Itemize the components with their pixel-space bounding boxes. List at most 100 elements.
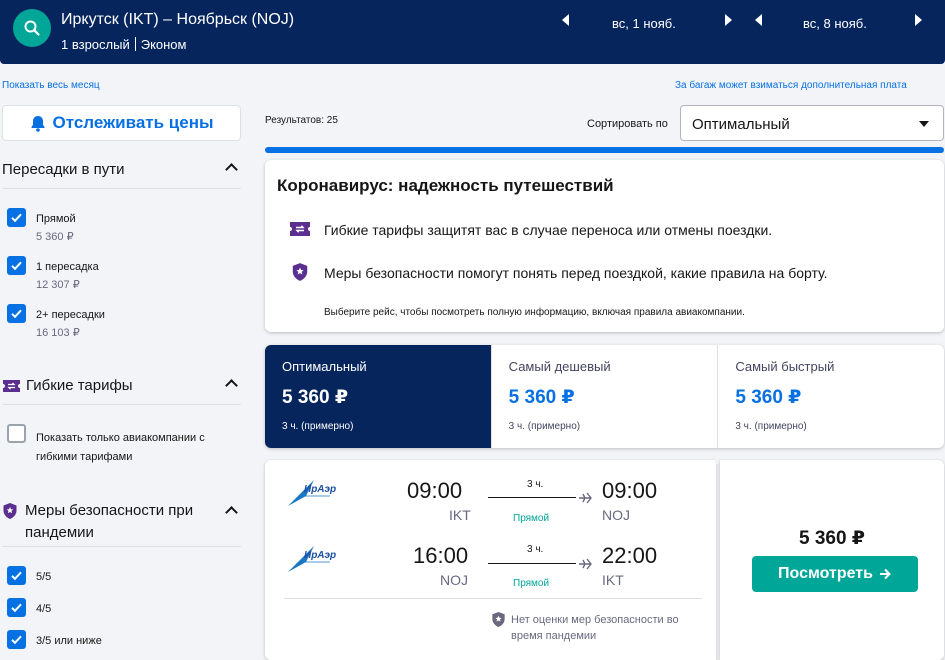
safety-filter-header[interactable]: Меры безопасности при пандемии [2,500,242,544]
divider [2,404,241,405]
search-summary-bar: Иркутск (IKT) – Ноябрьск (NOJ) 1 взрослы… [0,0,945,64]
two-plus-stops-checkbox[interactable] [7,304,26,323]
outbound-arrival-time: 09:00 [602,478,658,503]
bell-icon [31,115,45,132]
tab-price: 5 360 ₽ [282,387,349,408]
depart-date[interactable]: вс, 1 нояб. [612,16,676,31]
show-whole-month-link[interactable]: Показать весь месяц [2,80,100,91]
safety-option-label: 5/5 [36,571,52,583]
chevron-up-icon [225,379,238,392]
tab-duration: 3 ч. (примерно) [735,421,807,432]
plane-icon [579,558,592,570]
covid-safety-line: Меры безопасности помогут понять перед п… [324,265,828,281]
sort-dropdown[interactable]: Оптимальный [680,105,944,141]
outbound-stops: Прямой [513,513,550,524]
airline-logo: ИрАэро [288,480,336,506]
safety-4-checkbox[interactable] [7,598,26,617]
flex-fares-option-label: Показать только авиакомпании с гибкими т… [36,432,205,463]
checkmark-icon [11,603,22,613]
flex-fares-filter-header[interactable]: Гибкие тарифы [2,377,242,394]
caret-down-icon [919,121,929,127]
sort-value: Оптимальный [692,116,790,133]
stop-option-price: 16 103 ₽ [36,327,80,339]
flight-result-card[interactable]: ИрАэро 09:00 IKT 3 ч. Прямой 09:00 NOJ И… [265,460,716,660]
airline-logo: ИрАэро [288,546,336,572]
covid-flex-line: Гибкие тарифы защитят вас в случае перен… [324,222,773,238]
arrow-right-icon [879,568,891,580]
outbound-route-line [488,497,576,498]
tab-price: 5 360 ₽ [735,387,802,408]
search-button[interactable] [13,9,51,47]
passenger-cabin-summary[interactable]: 1 взрослый Эконом [61,37,186,52]
price-panel: 5 360 ₽ Посмотреть [720,460,944,660]
tab-price: 5 360 ₽ [508,387,575,408]
airline-logo-text: ИрАэро [304,550,336,561]
checkmark-icon [11,571,22,581]
tab-cheapest[interactable]: Самый дешевый 5 360 ₽ 3 ч. (примерно) [492,345,719,448]
inbound-route-line [488,563,576,564]
outbound-departure-time: 09:00 [407,478,463,503]
outbound-departure-airport: IKT [449,507,471,523]
next-depart-date-arrow-icon[interactable] [725,14,732,26]
covid-note: Выберите рейс, чтобы посмотреть полную и… [324,307,745,318]
inbound-arrival-airport: IKT [602,572,624,588]
safety-rating-note: Нет оценки мер безопасности во время пан… [511,614,679,642]
shield-icon [289,261,311,283]
sort-label: Сортировать по [587,118,668,130]
flex-fares-checkbox[interactable] [7,424,26,443]
tab-best[interactable]: Оптимальный 5 360 ₽ 3 ч. (примерно) [265,345,492,448]
airline-logo-text: ИрАэро [304,484,336,495]
safety-filter-title: Меры безопасности при пандемии [25,502,194,541]
safety-option-label: 3/5 или ниже [36,635,102,647]
outbound-duration: 3 ч. [527,479,544,490]
safety-3-or-less-checkbox[interactable] [7,630,26,649]
prev-return-date-arrow-icon[interactable] [755,14,762,26]
stops-filter-title: Пересадки в пути [2,161,125,178]
cabin-label: Эконом [140,37,187,52]
view-deal-label: Посмотреть [778,565,873,582]
inbound-duration: 3 ч. [527,544,544,555]
inbound-departure-time: 16:00 [413,543,469,568]
inbound-arrival-time: 22:00 [602,543,658,568]
safety-5-checkbox[interactable] [7,566,26,585]
shield-icon [3,503,17,519]
next-return-date-arrow-icon[interactable] [915,14,922,26]
prev-depart-date-arrow-icon[interactable] [562,14,569,26]
route-title[interactable]: Иркутск (IKT) – Ноябрьск (NOJ) [61,11,294,29]
baggage-fee-link[interactable]: За багаж может взиматься дополнительная … [675,80,907,91]
stop-option-label: Прямой [36,213,76,225]
passengers-label: 1 взрослый [61,37,130,52]
direct-checkbox[interactable] [7,208,26,227]
checkmark-icon [11,309,22,319]
view-deal-button[interactable]: Посмотреть [752,556,918,592]
stop-option-price: 5 360 ₽ [36,231,74,243]
separator [134,37,136,51]
return-date[interactable]: вс, 8 нояб. [803,16,867,31]
tab-name: Самый дешевый [508,359,611,374]
tab-fastest[interactable]: Самый быстрый 5 360 ₽ 3 ч. (примерно) [718,345,944,448]
chevron-up-icon [225,163,238,176]
chevron-up-icon [225,506,238,519]
safety-option-label: 4/5 [36,603,52,615]
tab-name: Самый быстрый [735,359,835,374]
stop-option-price: 12 307 ₽ [36,279,80,291]
track-prices-button[interactable]: Отслеживать цены [2,105,241,141]
stops-filter-header[interactable]: Пересадки в пути [2,161,242,178]
checkmark-icon [11,213,22,223]
results-progress-bar [265,147,944,153]
divider [2,188,241,189]
track-prices-label: Отслеживать цены [52,113,214,132]
tab-duration: 3 ч. (примерно) [508,421,581,432]
checkmark-icon [11,635,22,645]
plane-icon [579,492,592,504]
covid-info-card: Коронавирус: надежность путешествий Гибк… [265,160,944,332]
flex-ticket-icon [289,218,311,240]
stop-option-label: 2+ пересадки [36,309,105,321]
inbound-stops: Прямой [513,578,550,589]
one-stop-checkbox[interactable] [7,256,26,275]
shield-unrated-icon [492,611,505,628]
stop-option-label: 1 пересадка [36,261,99,273]
sort-tabs: Оптимальный 5 360 ₽ 3 ч. (примерно) Самы… [265,345,944,448]
inbound-departure-airport: NOJ [440,572,468,588]
divider [2,546,241,547]
